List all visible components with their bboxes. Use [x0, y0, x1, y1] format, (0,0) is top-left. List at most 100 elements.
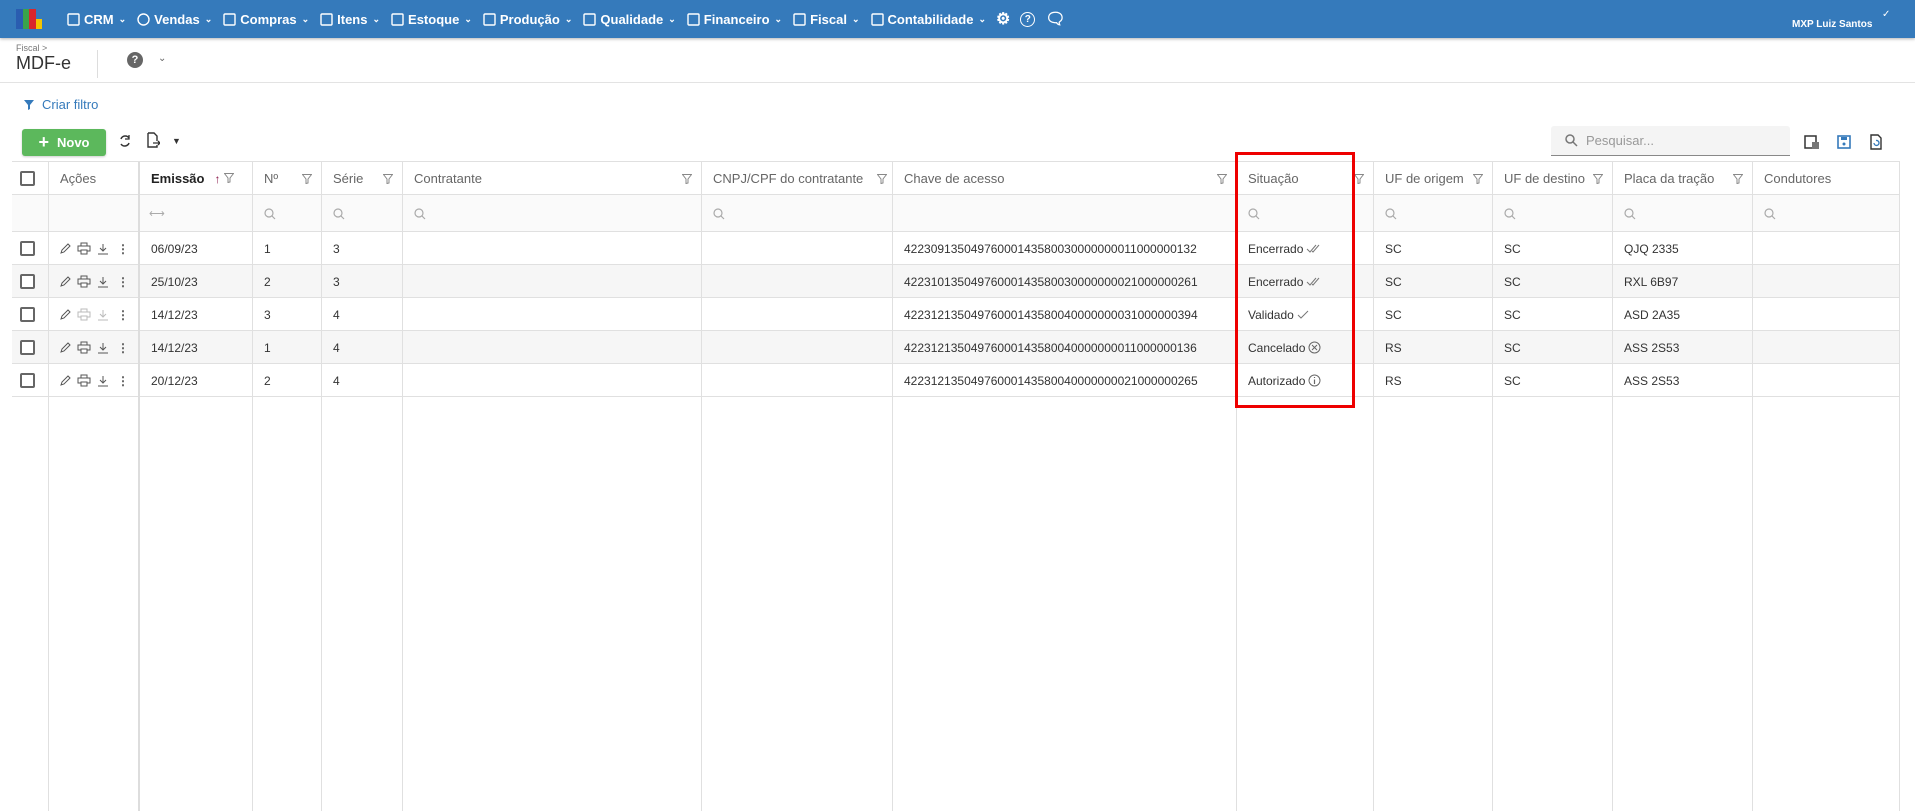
- circle-x-icon: [1308, 341, 1321, 354]
- dollar-circle-icon: [137, 12, 150, 26]
- print-icon[interactable]: [77, 308, 91, 321]
- nav-itens[interactable]: Itens ⌄: [319, 12, 380, 27]
- cell-serie: 3: [333, 241, 340, 256]
- search-filter-icon[interactable]: [333, 207, 345, 220]
- edit-icon[interactable]: [59, 242, 71, 255]
- user-menu-chevron-icon[interactable]: ✓: [1882, 9, 1890, 20]
- column-divider: [702, 162, 893, 811]
- nav-produção[interactable]: Produção ⌄: [482, 12, 572, 27]
- more-options-icon[interactable]: ⋮: [117, 242, 129, 256]
- edit-icon[interactable]: [59, 275, 71, 288]
- print-icon[interactable]: [77, 341, 91, 354]
- column-filter-icon[interactable]: [223, 172, 236, 183]
- download-icon[interactable]: [97, 276, 109, 288]
- user-name[interactable]: MXP Luiz Santos: [1792, 19, 1872, 30]
- column-filter-icon[interactable]: [1217, 173, 1227, 184]
- column-header-10[interactable]: Placa da tração: [1624, 162, 1714, 195]
- column-header-11[interactable]: Condutores: [1764, 162, 1831, 195]
- column-filter-icon[interactable]: [302, 173, 312, 184]
- search-filter-icon[interactable]: [414, 207, 426, 220]
- column-filter-icon[interactable]: [682, 173, 692, 184]
- nav-contabilidade[interactable]: Contabilidade ⌄: [870, 12, 986, 27]
- double-check-icon: [1307, 244, 1320, 253]
- export-dropdown-icon[interactable]: ▼: [172, 136, 181, 146]
- reset-layout-icon[interactable]: [1868, 134, 1884, 150]
- search-filter-icon[interactable]: [264, 207, 276, 220]
- row-checkbox[interactable]: [20, 373, 35, 388]
- save-layout-icon[interactable]: [1836, 134, 1852, 150]
- column-header-7[interactable]: Situação: [1248, 162, 1299, 195]
- nav-financeiro[interactable]: Financeiro ⌄: [686, 12, 782, 27]
- row-checkbox[interactable]: [20, 340, 35, 355]
- column-filter-icon[interactable]: [1354, 173, 1364, 184]
- edit-icon[interactable]: [59, 308, 71, 321]
- column-header-4[interactable]: Contratante: [414, 162, 482, 195]
- nav-crm[interactable]: CRM ⌄: [66, 12, 126, 27]
- search-filter-icon[interactable]: [1624, 207, 1636, 220]
- download-icon[interactable]: [97, 375, 109, 387]
- more-options-icon[interactable]: ⋮: [117, 275, 129, 289]
- nav-compras[interactable]: Compras ⌄: [222, 12, 309, 27]
- cell-chave: 4223121350497600014358004000000001100000…: [904, 340, 1197, 355]
- refresh-icon[interactable]: [118, 134, 132, 148]
- row-checkbox[interactable]: [20, 241, 35, 256]
- cell-emissao: 25/10/23: [151, 274, 198, 289]
- column-filter-icon[interactable]: [877, 173, 887, 184]
- column-header-0[interactable]: Ações: [60, 162, 96, 195]
- new-button[interactable]: + Novo: [22, 129, 106, 156]
- print-icon[interactable]: [77, 374, 91, 387]
- help-icon[interactable]: ?: [127, 52, 143, 68]
- column-header-5[interactable]: CNPJ/CPF do contratante: [713, 162, 863, 195]
- cell-placa: QJQ 2335: [1624, 241, 1679, 256]
- search-filter-icon[interactable]: [1504, 207, 1516, 220]
- row-checkbox[interactable]: [20, 307, 35, 322]
- nav-vendas[interactable]: Vendas ⌄: [136, 12, 212, 27]
- row-checkbox[interactable]: [20, 274, 35, 289]
- app-logo[interactable]: [16, 9, 42, 29]
- help-circle-icon[interactable]: ?: [1020, 11, 1036, 27]
- search-filter-icon[interactable]: [713, 207, 725, 220]
- gear-icon[interactable]: ⚙: [996, 9, 1010, 29]
- help-chevron-down-icon[interactable]: ⌄: [158, 53, 166, 64]
- download-icon[interactable]: [97, 309, 109, 321]
- sort-ascending-icon[interactable]: ↑: [214, 172, 220, 186]
- column-filter-icon[interactable]: [1473, 173, 1483, 184]
- download-icon[interactable]: [97, 342, 109, 354]
- edit-icon[interactable]: [59, 341, 71, 354]
- column-header-2[interactable]: Nº: [264, 162, 278, 195]
- select-all-checkbox[interactable]: [20, 171, 35, 186]
- double-check-icon: [1307, 277, 1320, 286]
- search-filter-icon[interactable]: [1764, 207, 1776, 220]
- create-filter-link[interactable]: Criar filtro: [24, 97, 98, 112]
- column-header-1[interactable]: Emissão ↑: [151, 162, 236, 195]
- export-icon[interactable]: [146, 132, 160, 148]
- column-filter-icon[interactable]: [1593, 173, 1603, 184]
- more-options-icon[interactable]: ⋮: [117, 341, 129, 355]
- print-icon[interactable]: [77, 242, 91, 255]
- more-options-icon[interactable]: ⋮: [117, 308, 129, 322]
- cell-uf_origem: SC: [1385, 307, 1402, 322]
- download-icon[interactable]: [97, 243, 109, 255]
- chat-icon[interactable]: 🗨: [1045, 9, 1065, 29]
- search-filter-icon[interactable]: [1248, 207, 1260, 220]
- column-filter-icon[interactable]: [383, 173, 393, 184]
- edit-icon[interactable]: [59, 374, 71, 387]
- cell-uf_origem: SC: [1385, 274, 1402, 289]
- column-header-6[interactable]: Chave de acesso: [904, 162, 1004, 195]
- nav-estoque[interactable]: Estoque ⌄: [390, 12, 472, 27]
- column-filter-icon[interactable]: [1733, 173, 1743, 184]
- breadcrumb[interactable]: Fiscal >: [16, 43, 47, 53]
- search-input[interactable]: Pesquisar...: [1551, 126, 1790, 156]
- column-header-9[interactable]: UF de destino: [1504, 162, 1585, 195]
- column-header-3[interactable]: Série: [333, 162, 363, 195]
- column-settings-icon[interactable]: [1804, 134, 1820, 150]
- nav-fiscal[interactable]: Fiscal ⌄: [792, 12, 860, 27]
- cell-uf_destino: SC: [1504, 274, 1521, 289]
- more-options-icon[interactable]: ⋮: [117, 374, 129, 388]
- search-filter-icon[interactable]: [1385, 207, 1397, 220]
- date-range-icon[interactable]: ⟷: [149, 207, 165, 220]
- nav-qualidade[interactable]: Qualidade ⌄: [582, 12, 676, 27]
- column-header-8[interactable]: UF de origem: [1385, 162, 1464, 195]
- print-icon[interactable]: [77, 275, 91, 288]
- cell-emissao: 06/09/23: [151, 241, 198, 256]
